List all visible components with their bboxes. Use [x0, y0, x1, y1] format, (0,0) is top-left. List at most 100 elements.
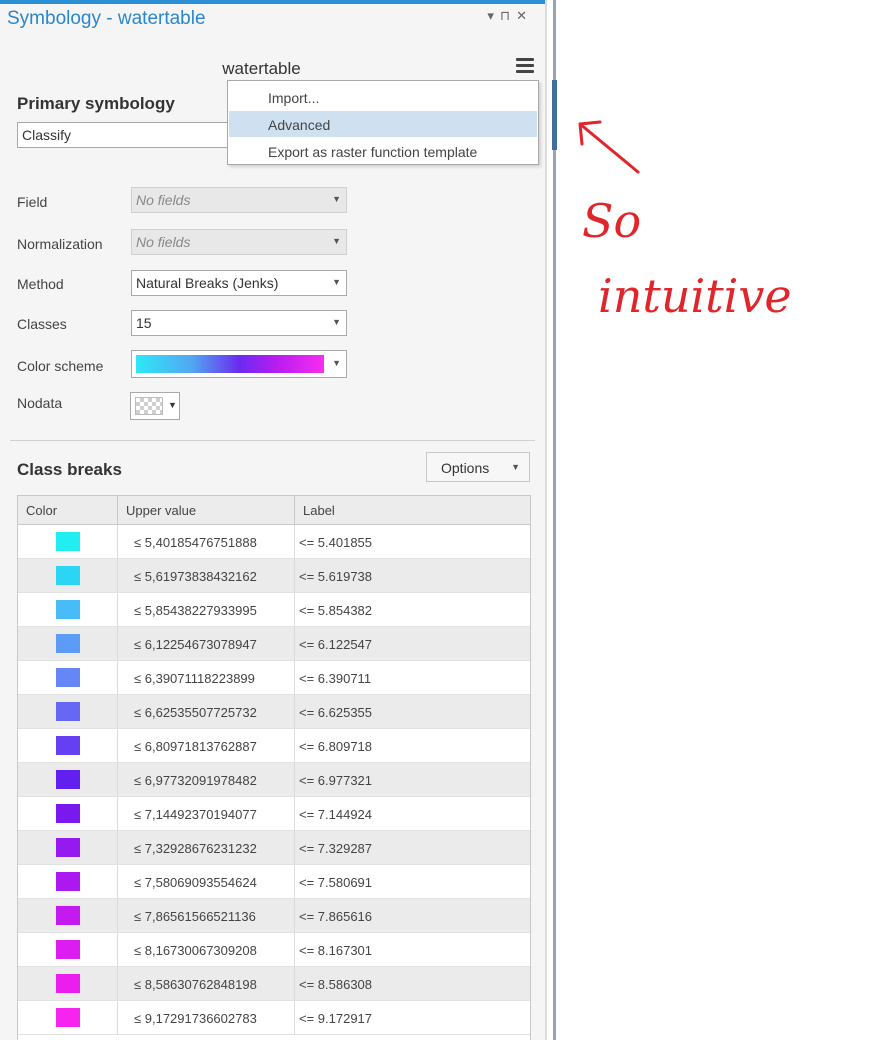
table-row[interactable]: ≤ 6,97732091978482 <= 6.977321: [18, 763, 530, 797]
column-separator: [117, 661, 118, 694]
upper-value-cell[interactable]: ≤ 7,14492370194077: [134, 807, 257, 822]
table-row[interactable]: ≤ 5,61973838432162 <= 5.619738: [18, 559, 530, 593]
upper-value-cell[interactable]: ≤ 7,32928676231232: [134, 841, 257, 856]
upper-value-cell[interactable]: ≤ 6,39071118223899: [134, 671, 255, 686]
chevron-down-icon: ▼: [332, 194, 341, 204]
hamburger-menu-icon[interactable]: [516, 58, 534, 74]
column-separator[interactable]: [117, 496, 118, 524]
table-row[interactable]: ≤ 7,14492370194077 <= 7.144924: [18, 797, 530, 831]
upper-value-cell[interactable]: ≤ 7,58069093554624: [134, 875, 257, 890]
column-header-label[interactable]: Label: [303, 503, 335, 518]
class-color-swatch[interactable]: [56, 1008, 80, 1027]
column-separator: [117, 831, 118, 864]
symbology-options-menu: Import... Advanced Export as raster func…: [227, 80, 539, 165]
layer-name: watertable: [222, 59, 301, 78]
upper-value-cell[interactable]: ≤ 6,80971813762887: [134, 739, 257, 754]
label-cell[interactable]: <= 6.625355: [299, 705, 372, 720]
chevron-down-icon: ▼: [332, 277, 341, 287]
table-row[interactable]: ≤ 6,62535507725732 <= 6.625355: [18, 695, 530, 729]
class-color-swatch[interactable]: [56, 906, 80, 925]
primary-symbology-dropdown[interactable]: Classify: [17, 122, 247, 148]
column-separator: [294, 627, 295, 660]
class-color-swatch[interactable]: [56, 838, 80, 857]
label-cell[interactable]: <= 5.401855: [299, 535, 372, 550]
class-color-swatch[interactable]: [56, 600, 80, 619]
column-header-color[interactable]: Color: [26, 503, 57, 518]
label-cell[interactable]: <= 7.329287: [299, 841, 372, 856]
label-cell[interactable]: <= 7.580691: [299, 875, 372, 890]
column-separator: [294, 559, 295, 592]
field-label: Field: [17, 194, 48, 210]
table-row[interactable]: ≤ 7,32928676231232 <= 7.329287: [18, 831, 530, 865]
class-color-swatch[interactable]: [56, 974, 80, 993]
label-cell[interactable]: <= 8.586308: [299, 977, 372, 992]
table-header: Color Upper value Label: [18, 496, 530, 525]
chevron-down-icon: ▼: [332, 317, 341, 327]
table-row[interactable]: ≤ 7,86561566521136 <= 7.865616: [18, 899, 530, 933]
class-breaks-table: Color Upper value Label ≤ 5,401854767518…: [17, 495, 531, 1040]
class-color-swatch[interactable]: [56, 872, 80, 891]
primary-symbology-value: Classify: [22, 127, 72, 143]
column-header-upper-value[interactable]: Upper value: [126, 503, 196, 518]
pin-icon[interactable]: ⊓: [500, 8, 516, 23]
upper-value-cell[interactable]: ≤ 8,16730067309208: [134, 943, 257, 958]
upper-value-cell[interactable]: ≤ 8,58630762848198: [134, 977, 257, 992]
pane-accent-bar: [0, 0, 545, 4]
options-button[interactable]: Options ▼: [426, 452, 530, 482]
label-cell[interactable]: <= 8.167301: [299, 943, 372, 958]
table-row[interactable]: ≤ 5,40185476751888 <= 5.401855: [18, 525, 530, 559]
table-row[interactable]: ≤ 5,85438227933995 <= 5.854382: [18, 593, 530, 627]
label-cell[interactable]: <= 5.854382: [299, 603, 372, 618]
upper-value-cell[interactable]: ≤ 7,86561566521136: [134, 909, 256, 924]
class-color-swatch[interactable]: [56, 940, 80, 959]
column-separator: [294, 933, 295, 966]
label-cell[interactable]: <= 9.172917: [299, 1011, 372, 1026]
label-cell[interactable]: <= 6.390711: [299, 671, 371, 686]
column-separator: [117, 695, 118, 728]
label-cell[interactable]: <= 5.619738: [299, 569, 372, 584]
table-row[interactable]: ≤ 8,58630762848198 <= 8.586308: [18, 967, 530, 1001]
menu-item-advanced[interactable]: Advanced: [229, 111, 537, 137]
label-cell[interactable]: <= 6.809718: [299, 739, 372, 754]
label-cell[interactable]: <= 6.122547: [299, 637, 372, 652]
label-cell[interactable]: <= 7.144924: [299, 807, 372, 822]
table-row[interactable]: ≤ 6,39071118223899 <= 6.390711: [18, 661, 530, 695]
upper-value-cell[interactable]: ≤ 5,61973838432162: [134, 569, 257, 584]
table-row[interactable]: ≤ 7,58069093554624 <= 7.580691: [18, 865, 530, 899]
class-color-swatch[interactable]: [56, 736, 80, 755]
upper-value-cell[interactable]: ≤ 6,62535507725732: [134, 705, 257, 720]
table-row[interactable]: ≤ 8,16730067309208 <= 8.167301: [18, 933, 530, 967]
upper-value-cell[interactable]: ≤ 9,17291736602783: [134, 1011, 257, 1026]
upper-value-cell[interactable]: ≤ 6,97732091978482: [134, 773, 257, 788]
classes-label: Classes: [17, 316, 67, 332]
classes-dropdown[interactable]: 15 ▼: [131, 310, 347, 336]
table-row[interactable]: ≤ 6,80971813762887 <= 6.809718: [18, 729, 530, 763]
class-color-swatch[interactable]: [56, 634, 80, 653]
menu-item-export-raster-function[interactable]: Export as raster function template: [229, 138, 537, 164]
class-color-swatch[interactable]: [56, 804, 80, 823]
pane-window-controls[interactable]: ▾⊓✕: [487, 8, 533, 24]
nodata-color-picker[interactable]: ▼: [130, 392, 180, 420]
field-value: No fields: [136, 192, 191, 208]
handwritten-annotation: So intuitive: [578, 120, 792, 323]
class-color-swatch[interactable]: [56, 566, 80, 585]
column-separator[interactable]: [294, 496, 295, 524]
pane-options-chevron-icon[interactable]: ▾: [487, 8, 500, 23]
color-scheme-dropdown[interactable]: ▼: [131, 350, 347, 378]
upper-value-cell[interactable]: ≤ 5,85438227933995: [134, 603, 257, 618]
close-icon[interactable]: ✕: [516, 8, 533, 23]
method-dropdown[interactable]: Natural Breaks (Jenks) ▼: [131, 270, 347, 296]
class-color-swatch[interactable]: [56, 770, 80, 789]
class-color-swatch[interactable]: [56, 702, 80, 721]
arrow-icon: [578, 120, 640, 174]
class-color-swatch[interactable]: [56, 532, 80, 551]
label-cell[interactable]: <= 7.865616: [299, 909, 372, 924]
upper-value-cell[interactable]: ≤ 6,12254673078947: [134, 637, 257, 652]
label-cell[interactable]: <= 6.977321: [299, 773, 372, 788]
menu-item-import[interactable]: Import...: [229, 84, 537, 110]
class-color-swatch[interactable]: [56, 668, 80, 687]
upper-value-cell[interactable]: ≤ 5,40185476751888: [134, 535, 257, 550]
table-row[interactable]: ≤ 9,17291736602783 <= 9.172917: [18, 1001, 530, 1035]
column-separator: [117, 593, 118, 626]
table-row[interactable]: ≤ 6,12254673078947 <= 6.122547: [18, 627, 530, 661]
